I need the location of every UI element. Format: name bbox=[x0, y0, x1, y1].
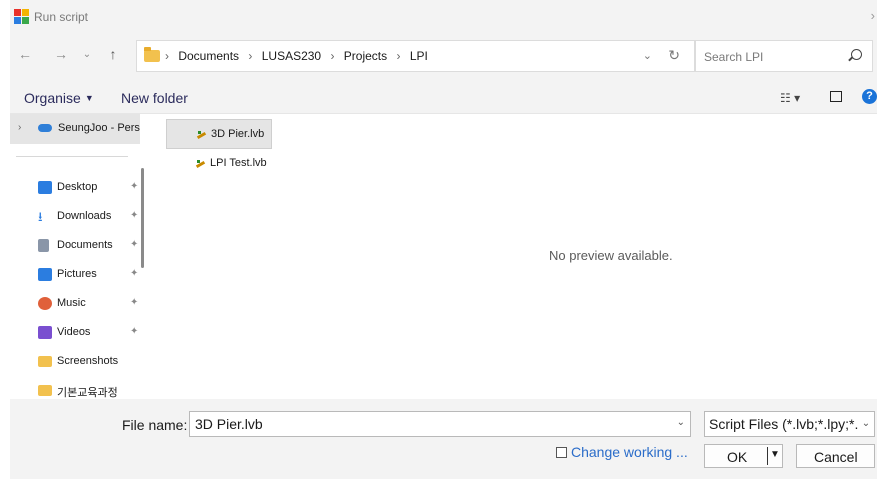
chevron-right-icon[interactable]: › bbox=[871, 8, 875, 23]
refresh-icon[interactable]: ↻ bbox=[668, 47, 680, 64]
search-input[interactable]: Search LPI bbox=[695, 40, 873, 72]
up-arrow-icon[interactable]: ↑ bbox=[104, 46, 122, 62]
breadcrumb-lusas230[interactable]: LUSAS230 bbox=[262, 49, 321, 63]
run-script-dialog: Run script › ← → ⌄ ↑ › Documents › LUSAS… bbox=[0, 0, 877, 479]
search-placeholder: Search LPI bbox=[704, 50, 764, 64]
pin-icon: ✦ bbox=[130, 326, 139, 337]
breadcrumb: › Documents › LUSAS230 › Projects › LPI bbox=[165, 49, 428, 63]
file-item[interactable]: 3D Pier.lvb bbox=[166, 119, 272, 149]
music-icon bbox=[38, 297, 52, 310]
file-name: 3D Pier.lvb bbox=[211, 128, 265, 140]
sidebar-item-documents[interactable]: Documents ✦ bbox=[38, 236, 138, 258]
folder-icon bbox=[38, 356, 52, 367]
divider bbox=[16, 156, 128, 157]
sidebar-item-label: Pictures bbox=[57, 268, 97, 280]
file-name-value: 3D Pier.lvb bbox=[195, 416, 263, 432]
folder-icon bbox=[144, 47, 160, 62]
title-bar: Run script › bbox=[10, 0, 877, 34]
pin-icon: ✦ bbox=[130, 239, 139, 250]
file-name: LPI Test.lvb bbox=[210, 157, 267, 169]
file-name-label: File name: bbox=[122, 417, 188, 433]
document-icon bbox=[38, 239, 49, 252]
file-item[interactable]: LPI Test.lvb bbox=[166, 149, 272, 179]
desktop-icon bbox=[38, 181, 52, 194]
sidebar-item-label: Videos bbox=[57, 326, 91, 338]
file-list: 3D Pier.lvb LPI Test.lvb bbox=[160, 114, 460, 399]
folder-icon bbox=[38, 385, 52, 396]
navigation-bar: ← → ⌄ ↑ › Documents › LUSAS230 › Project… bbox=[10, 34, 877, 80]
sidebar-item-desktop[interactable]: Desktop ✦ bbox=[38, 178, 138, 200]
app-icon bbox=[14, 9, 30, 25]
sidebar-item-label: Screenshots bbox=[57, 355, 119, 367]
file-type-select[interactable]: Script Files (*.lvb;*.lpy;*. ⌄ bbox=[704, 411, 875, 437]
address-bar[interactable]: › Documents › LUSAS230 › Projects › LPI … bbox=[136, 40, 695, 72]
split-divider bbox=[767, 447, 768, 465]
window-title: Run script bbox=[34, 10, 89, 24]
sidebar-item-music[interactable]: Music ✦ bbox=[38, 294, 138, 316]
breadcrumb-projects[interactable]: Projects bbox=[344, 49, 387, 63]
chevron-down-icon[interactable]: ⌄ bbox=[643, 49, 652, 62]
change-working-checkbox[interactable] bbox=[556, 447, 567, 458]
caret-down-icon: ▼ bbox=[84, 93, 94, 103]
new-folder-button[interactable]: New folder bbox=[121, 90, 188, 106]
lusas-script-icon bbox=[197, 131, 206, 139]
cloud-icon bbox=[38, 124, 52, 132]
preview-pane-icon[interactable] bbox=[830, 91, 842, 102]
sidebar-item-label: Downloads bbox=[57, 210, 112, 222]
chevron-down-icon[interactable]: ⌄ bbox=[858, 412, 874, 436]
lusas-script-icon bbox=[196, 160, 205, 168]
sidebar-item-downloads[interactable]: ⭳ Downloads ✦ bbox=[38, 207, 138, 229]
sidebar-item-onedrive[interactable]: › SeungJoo - Pers bbox=[10, 114, 140, 144]
sidebar-item-label: Music bbox=[57, 297, 86, 309]
chevron-down-icon[interactable]: ⌄ bbox=[677, 417, 685, 428]
view-options-icon[interactable]: ☷ ▾ bbox=[780, 91, 800, 105]
picture-icon bbox=[38, 268, 52, 281]
ok-button[interactable]: OK ▼ bbox=[704, 444, 783, 468]
cancel-label: Cancel bbox=[814, 449, 858, 465]
recent-locations-chevron-icon[interactable]: ⌄ bbox=[78, 49, 96, 60]
help-icon[interactable]: ? bbox=[862, 89, 877, 104]
navigation-pane: › SeungJoo - Pers Desktop ✦ ⭳ Downloads … bbox=[10, 114, 150, 399]
dialog-footer: File name: 3D Pier.lvb ⌄ Script Files (*… bbox=[10, 399, 877, 479]
caret-down-icon[interactable]: ▼ bbox=[770, 449, 780, 460]
video-icon bbox=[38, 326, 52, 339]
organise-label: Organise bbox=[24, 90, 81, 106]
forward-arrow-icon[interactable]: → bbox=[52, 46, 70, 62]
back-arrow-icon[interactable]: ← bbox=[16, 46, 34, 62]
pin-icon: ✦ bbox=[130, 210, 139, 221]
change-working-label[interactable]: Change working ... bbox=[571, 444, 688, 460]
download-icon: ⭳ bbox=[38, 209, 43, 224]
file-type-value: Script Files (*.lvb;*.lpy;*. bbox=[709, 416, 859, 432]
pin-icon: ✦ bbox=[130, 268, 139, 279]
sidebar-item-label: Documents bbox=[57, 239, 113, 251]
preview-message: No preview available. bbox=[549, 248, 673, 263]
cancel-button[interactable]: Cancel bbox=[796, 444, 875, 468]
sidebar-item-pictures[interactable]: Pictures ✦ bbox=[38, 265, 138, 287]
ok-label: OK bbox=[727, 449, 748, 465]
sidebar-scrollbar[interactable] bbox=[141, 168, 144, 268]
command-bar: Organise ▼ New folder ☷ ▾ ? bbox=[10, 80, 877, 114]
sidebar-item-label: Desktop bbox=[57, 181, 98, 193]
organise-button[interactable]: Organise ▼ bbox=[24, 90, 94, 106]
sidebar-item-screenshots[interactable]: Screenshots bbox=[38, 352, 138, 374]
file-name-field[interactable]: 3D Pier.lvb ⌄ bbox=[189, 411, 691, 437]
chevron-right-icon[interactable]: › bbox=[18, 122, 21, 133]
pin-icon: ✦ bbox=[130, 297, 139, 308]
search-icon[interactable] bbox=[851, 49, 862, 60]
pin-icon: ✦ bbox=[130, 181, 139, 192]
sidebar-item-videos[interactable]: Videos ✦ bbox=[38, 323, 138, 345]
breadcrumb-lpi[interactable]: LPI bbox=[410, 49, 428, 63]
breadcrumb-documents[interactable]: Documents bbox=[178, 49, 239, 63]
sidebar-item-label: SeungJoo - Pers bbox=[58, 122, 140, 134]
sidebar-item-label: 기본교육과정 bbox=[57, 387, 118, 399]
